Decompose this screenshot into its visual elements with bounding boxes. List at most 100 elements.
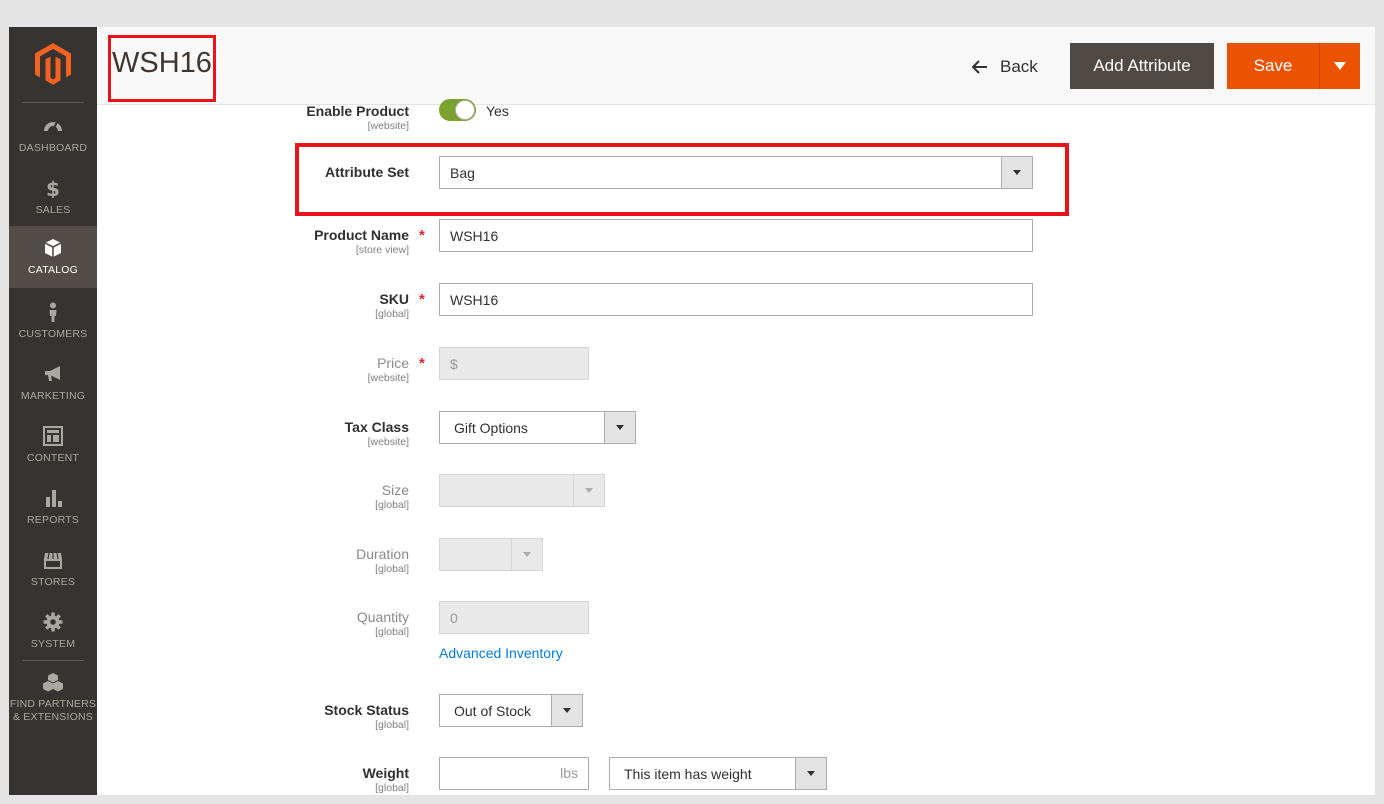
person-icon [49, 302, 57, 322]
field-scope: [website] [367, 372, 409, 384]
tax-class-label: Tax Class [website] [345, 419, 409, 448]
sidebar-item-sales[interactable]: $ SALES [9, 168, 97, 230]
sku-label: SKU [global] [375, 291, 409, 320]
attribute-set-value: Bag [450, 164, 475, 181]
product-name-input[interactable]: WSH16 [439, 219, 1033, 252]
sidebar-label: FIND PARTNERS & EXTENSIONS [9, 698, 97, 724]
field-label-text: Size [381, 482, 409, 498]
save-button[interactable]: Save [1227, 43, 1319, 89]
stock-status-value: Out of Stock [454, 702, 532, 719]
dollar-icon: $ [46, 178, 60, 198]
chevron-down-icon [573, 474, 605, 507]
field-label-text: Quantity [356, 609, 409, 625]
sidebar-label: SYSTEM [30, 638, 76, 650]
chevron-down-icon [795, 757, 827, 790]
field-scope: [global] [375, 499, 409, 511]
chevron-down-icon [511, 538, 543, 571]
field-label-text: Stock Status [324, 702, 409, 718]
page-header: WSH16 Back Add Attribute Save [97, 27, 1375, 105]
gear-icon [43, 612, 63, 632]
bar-chart-icon [46, 490, 62, 507]
stock-status-label: Stock Status [global] [324, 702, 409, 731]
field-label-text: Weight [362, 765, 409, 781]
sidebar-label-line: & EXTENSIONS [12, 711, 93, 723]
price-label: Price [website] [368, 355, 409, 384]
add-attribute-button[interactable]: Add Attribute [1070, 43, 1214, 89]
enable-product-toggle[interactable] [439, 99, 476, 121]
save-options-toggle[interactable] [1319, 43, 1360, 89]
chevron-down-icon [1001, 156, 1033, 189]
svg-text:$: $ [46, 178, 60, 198]
sidebar-divider [22, 102, 84, 103]
quantity-input[interactable]: 0 [439, 601, 589, 634]
stock-status-select[interactable]: Out of Stock [439, 694, 583, 727]
size-label: Size [global] [375, 482, 409, 511]
price-input[interactable]: $ [439, 347, 589, 380]
required-asterisk: * [419, 355, 425, 372]
sidebar-item-find-partners[interactable]: FIND PARTNERS & EXTENSIONS [9, 664, 97, 730]
weight-label: Weight [global] [363, 765, 409, 794]
field-label-text: Enable Product [306, 103, 409, 119]
currency-prefix: $ [450, 355, 458, 372]
sidebar-label: DASHBOARD [18, 142, 88, 154]
sidebar-item-reports[interactable]: REPORTS [9, 478, 97, 540]
attribute-set-label: Attribute Set [325, 164, 409, 181]
weight-input[interactable]: lbs [439, 757, 589, 790]
sidebar-label: CATALOG [27, 264, 79, 276]
back-button-label: Back [1000, 57, 1038, 76]
size-select[interactable] [439, 474, 605, 507]
required-asterisk: * [419, 291, 425, 308]
sidebar-label: CUSTOMERS [18, 328, 88, 340]
weight-unit: lbs [560, 765, 578, 781]
chevron-down-icon [604, 411, 636, 444]
sku-input[interactable]: WSH16 [439, 283, 1033, 316]
field-scope: [store view] [355, 244, 409, 256]
sidebar-label: REPORTS [27, 514, 79, 526]
sidebar-item-marketing[interactable]: MARKETING [9, 354, 97, 416]
quantity-label: Quantity [global] [357, 609, 409, 638]
toggle-knob [455, 100, 475, 120]
box-icon [44, 239, 62, 257]
duration-label: Duration [global] [356, 546, 409, 575]
product-name-label: Product Name [store view] [314, 227, 409, 256]
megaphone-icon [45, 366, 60, 381]
arrow-left-icon [972, 60, 987, 74]
duration-select[interactable] [439, 538, 543, 571]
product-name-value: WSH16 [450, 227, 499, 244]
storefront-icon [44, 552, 62, 569]
field-scope: [global] [375, 563, 409, 575]
sidebar-item-content[interactable]: CONTENT [9, 416, 97, 478]
field-label-text: Price [377, 355, 409, 371]
sidebar-item-system[interactable]: SYSTEM [9, 602, 97, 664]
attribute-set-select[interactable]: Bag [439, 156, 1033, 189]
quantity-value: 0 [450, 609, 458, 626]
tax-class-select[interactable]: Gift Options [439, 411, 636, 444]
sidebar-item-catalog[interactable]: CATALOG [9, 226, 97, 288]
sidebar-item-customers[interactable]: CUSTOMERS [9, 292, 97, 354]
sidebar-label: CONTENT [26, 452, 80, 464]
back-button[interactable]: Back [972, 54, 1038, 80]
title-highlight-box [108, 35, 216, 102]
admin-window: DASHBOARD $ SALES CATALOG CUSTOMERS MARK… [9, 27, 1375, 795]
sidebar-item-dashboard[interactable]: DASHBOARD [9, 106, 97, 168]
field-label-text: SKU [379, 291, 409, 307]
admin-sidebar: DASHBOARD $ SALES CATALOG CUSTOMERS MARK… [9, 27, 97, 795]
enable-product-value: Yes [486, 103, 509, 119]
field-scope: [global] [375, 782, 409, 794]
tax-class-value: Gift Options [454, 419, 528, 436]
advanced-inventory-link[interactable]: Advanced Inventory [439, 645, 563, 661]
sidebar-label-line: FIND PARTNERS [9, 698, 97, 710]
field-scope: [global] [375, 626, 409, 638]
field-label-text: Attribute Set [325, 164, 409, 180]
weight-type-select[interactable]: This item has weight [609, 757, 827, 790]
field-label-text: Tax Class [344, 419, 409, 435]
field-label-text: Duration [356, 546, 409, 562]
sidebar-item-stores[interactable]: STORES [9, 540, 97, 602]
field-scope: [global] [375, 719, 409, 731]
caret-down-icon [1334, 62, 1346, 70]
field-scope: [website] [367, 120, 409, 132]
magento-logo-icon[interactable] [35, 43, 71, 85]
sidebar-label: MARKETING [20, 390, 86, 402]
field-scope: [website] [367, 436, 409, 448]
required-asterisk: * [419, 227, 425, 244]
